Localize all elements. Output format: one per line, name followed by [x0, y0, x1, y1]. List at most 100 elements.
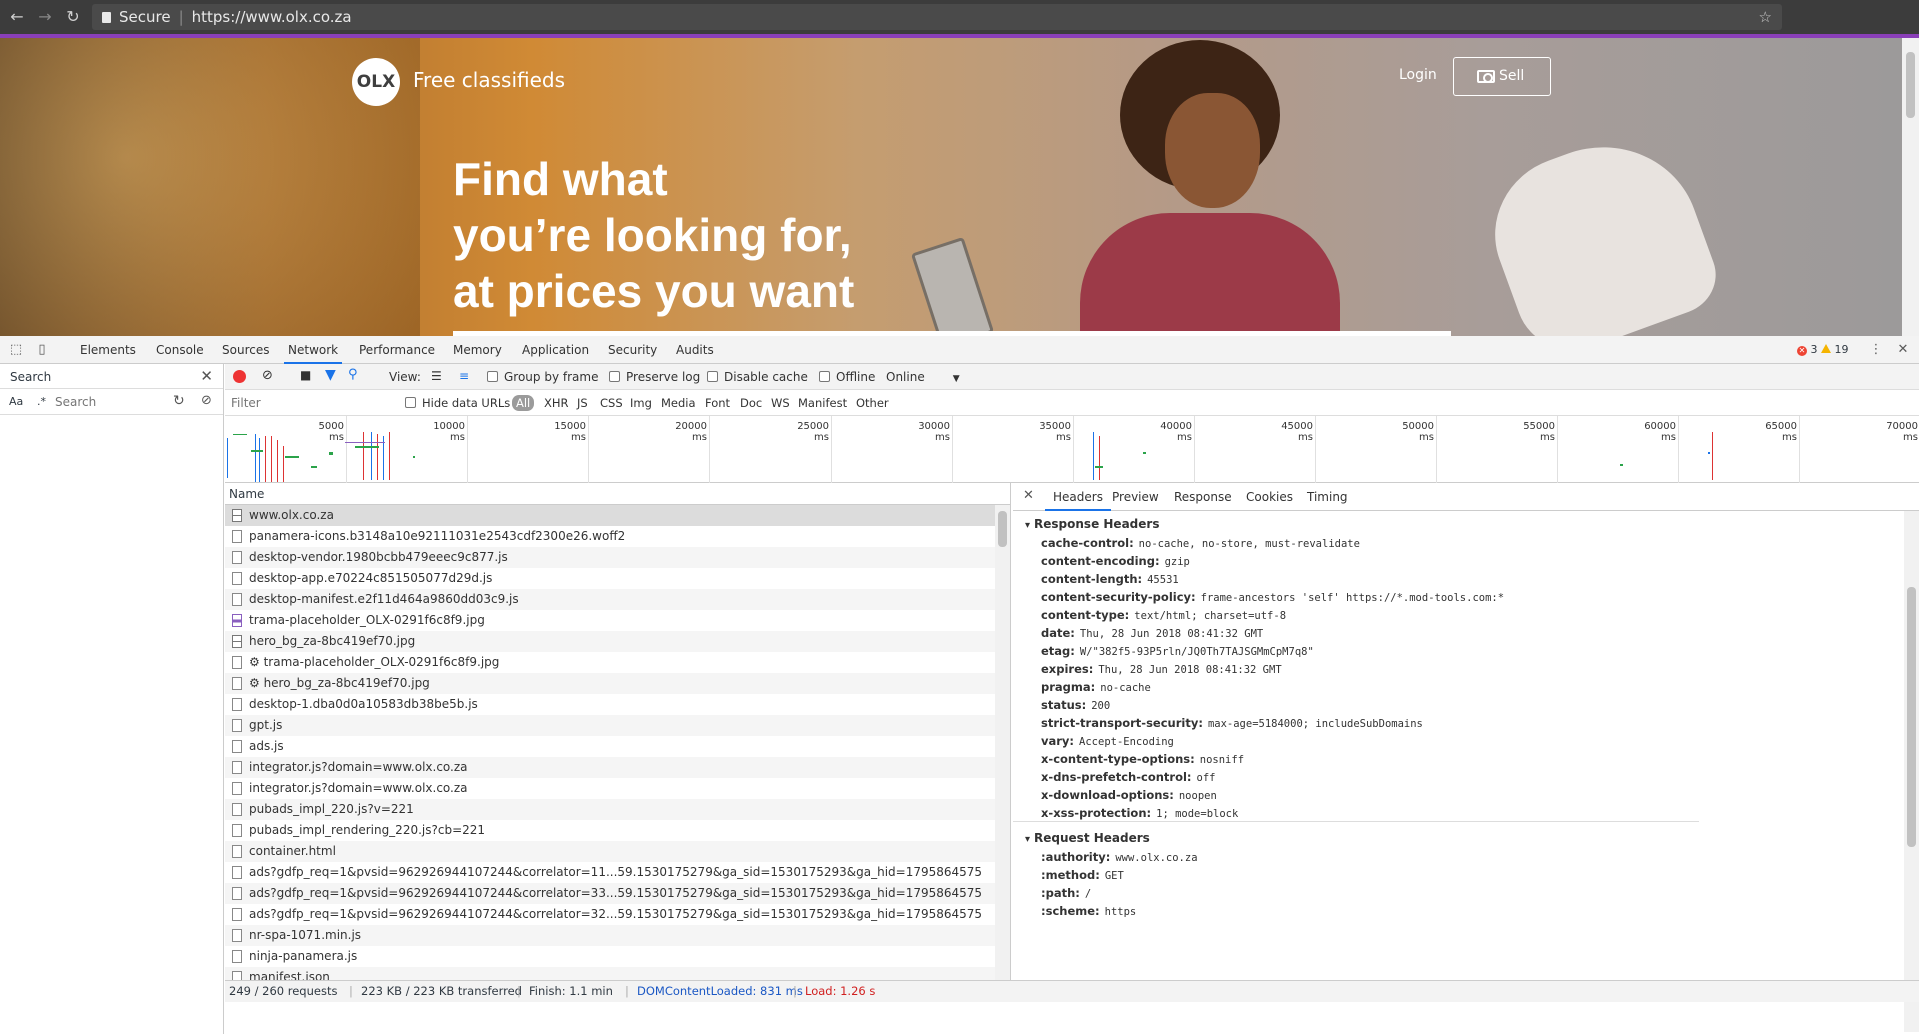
network-overview-timeline[interactable]: 5000 ms 10000 ms 15000 ms 20000 ms 25000 ms 3…	[225, 416, 1919, 483]
tab-audits[interactable]: Audits	[676, 343, 714, 357]
tab-elements[interactable]: Elements	[80, 343, 136, 357]
refresh-search-icon[interactable]: ↻	[173, 393, 185, 409]
back-icon[interactable]: ←	[6, 6, 28, 28]
forward-icon[interactable]: →	[34, 6, 56, 28]
request-row[interactable]: desktop-1.dba0d0a10583db38be5b.js	[225, 694, 995, 715]
filter-input[interactable]	[231, 394, 401, 412]
request-row[interactable]: panamera-icons.b3148a10e92111031e2543cdf…	[225, 526, 995, 547]
response-header-line: expires: Thu, 28 Jun 2018 08:41:32 GMT	[1041, 662, 1282, 676]
login-link[interactable]: Login	[1399, 67, 1437, 83]
tab-network[interactable]: Network	[283, 343, 343, 364]
request-row[interactable]: ninja-panamera.js	[225, 946, 995, 967]
timeline-request-mark	[271, 436, 272, 482]
details-scrollbar[interactable]	[1904, 511, 1919, 1032]
disable-cache-checkbox[interactable]: Disable cache	[707, 370, 808, 384]
filter-js[interactable]: JS	[577, 396, 588, 410]
search-input[interactable]	[55, 393, 167, 411]
issues-counter[interactable]: ✕ 3 19	[1797, 343, 1849, 356]
tab-sources[interactable]: Sources	[222, 343, 269, 357]
request-row[interactable]: ⚙ hero_bg_za-8bc419ef70.jpg	[225, 673, 995, 694]
filter-xhr[interactable]: XHR	[544, 396, 569, 410]
request-row[interactable]: desktop-app.e70224c851505077d29d.js	[225, 568, 995, 589]
filter-manifest[interactable]: Manifest	[798, 396, 847, 410]
header-value: nosniff	[1199, 754, 1245, 766]
record-button[interactable]	[233, 370, 246, 383]
filter-img[interactable]: Img	[630, 396, 652, 410]
waterfall-icon[interactable]: ≡	[459, 369, 469, 383]
request-row[interactable]: nr-spa-1071.min.js	[225, 925, 995, 946]
close-details-icon[interactable]: ✕	[1023, 488, 1034, 503]
throttle-select[interactable]: Online ▼	[886, 370, 960, 384]
tab-console[interactable]: Console	[156, 343, 204, 357]
clear-search-icon[interactable]: ⊘	[201, 393, 212, 408]
request-row[interactable]: hero_bg_za-8bc419ef70.jpg	[225, 631, 995, 652]
request-row[interactable]: desktop-vendor.1980bcbb479eeec9c877.js	[225, 547, 995, 568]
preserve-log-checkbox[interactable]: Preserve log	[609, 370, 700, 384]
search-icon[interactable]: ⚲	[348, 367, 358, 382]
request-headers-title[interactable]: Request Headers	[1025, 831, 1150, 845]
capture-screenshots-icon[interactable]: ■	[300, 368, 311, 382]
request-header-line: :method: GET	[1041, 868, 1124, 882]
close-search-icon[interactable]: ✕	[200, 367, 213, 385]
filter-all[interactable]: All	[512, 395, 535, 411]
filter-font[interactable]: Font	[705, 396, 730, 410]
tab-application[interactable]: Application	[522, 343, 589, 357]
tab-security[interactable]: Security	[608, 343, 657, 357]
request-row[interactable]: ads.js	[225, 736, 995, 757]
request-row[interactable]: gpt.js	[225, 715, 995, 736]
clear-icon[interactable]: ⊘	[262, 368, 273, 383]
page-scrollbar[interactable]	[1902, 38, 1919, 336]
more-menu-icon[interactable]: ⋮	[1868, 342, 1884, 358]
filter-media[interactable]: Media	[661, 396, 696, 410]
request-row[interactable]: integrator.js?domain=www.olx.co.za	[225, 757, 995, 778]
filter-css[interactable]: CSS	[600, 396, 623, 410]
doc-icon	[232, 635, 242, 648]
large-rows-icon[interactable]: ☰	[431, 369, 442, 383]
sell-button[interactable]: Sell	[1453, 57, 1551, 96]
regex-button[interactable]: .*	[37, 395, 46, 408]
tab-headers[interactable]: Headers	[1045, 490, 1111, 511]
olx-logo[interactable]: OLX	[352, 58, 400, 106]
name-column-header[interactable]: Name	[225, 483, 1010, 505]
group-by-frame-checkbox[interactable]: Group by frame	[487, 370, 598, 384]
tab-memory[interactable]: Memory	[453, 343, 502, 357]
request-row[interactable]: ads?gdfp_req=1&pvsid=962926944107244&cor…	[225, 883, 995, 904]
header-value: no-cache	[1100, 682, 1151, 694]
request-list-scrollbar[interactable]	[995, 505, 1010, 980]
request-row[interactable]: pubads_impl_rendering_220.js?cb=221	[225, 820, 995, 841]
request-row[interactable]: manifest.json	[225, 967, 995, 980]
secure-label: Secure	[119, 8, 171, 26]
header-value: /	[1084, 888, 1092, 900]
offline-checkbox[interactable]: Offline	[819, 370, 875, 384]
timeline-gridline	[467, 416, 468, 483]
close-devtools-icon[interactable]: ✕	[1895, 342, 1911, 358]
tab-timing[interactable]: Timing	[1307, 490, 1348, 504]
filter-other[interactable]: Other	[856, 396, 889, 410]
tab-performance[interactable]: Performance	[359, 343, 435, 357]
address-bar[interactable]: Secure | https://www.olx.co.za ☆	[92, 4, 1782, 30]
request-row[interactable]: desktop-manifest.e2f11d464a9860dd03c9.js	[225, 589, 995, 610]
timeline-request-mark	[227, 438, 228, 478]
request-row[interactable]: pubads_impl_220.js?v=221	[225, 799, 995, 820]
match-case-button[interactable]: Aa	[9, 395, 23, 408]
request-row[interactable]: integrator.js?domain=www.olx.co.za	[225, 778, 995, 799]
tab-cookies[interactable]: Cookies	[1246, 490, 1293, 504]
request-row[interactable]: ⚙ trama-placeholder_OLX-0291f6c8f9.jpg	[225, 652, 995, 673]
bookmark-star-icon[interactable]: ☆	[1759, 4, 1772, 30]
reload-icon[interactable]: ↻	[62, 6, 84, 28]
request-row[interactable]: container.html	[225, 841, 995, 862]
tab-response[interactable]: Response	[1174, 490, 1232, 504]
device-toolbar-icon[interactable]: ▯	[34, 342, 50, 358]
filter-icon[interactable]: ▼	[325, 367, 336, 383]
request-row[interactable]: ads?gdfp_req=1&pvsid=962926944107244&cor…	[225, 904, 995, 925]
response-headers-title[interactable]: Response Headers	[1025, 517, 1159, 531]
inspect-element-icon[interactable]: ⬚	[8, 342, 24, 358]
request-row[interactable]: ads?gdfp_req=1&pvsid=962926944107244&cor…	[225, 862, 995, 883]
request-row[interactable]: trama-placeholder_OLX-0291f6c8f9.jpg	[225, 610, 995, 631]
filter-ws[interactable]: WS	[771, 396, 790, 410]
hide-data-urls-checkbox[interactable]: Hide data URLs	[405, 396, 510, 410]
filter-doc[interactable]: Doc	[740, 396, 762, 410]
header-value: Thu, 28 Jun 2018 08:41:32 GMT	[1079, 628, 1264, 640]
tab-preview[interactable]: Preview	[1112, 490, 1159, 504]
request-row[interactable]: www.olx.co.za	[225, 505, 995, 526]
